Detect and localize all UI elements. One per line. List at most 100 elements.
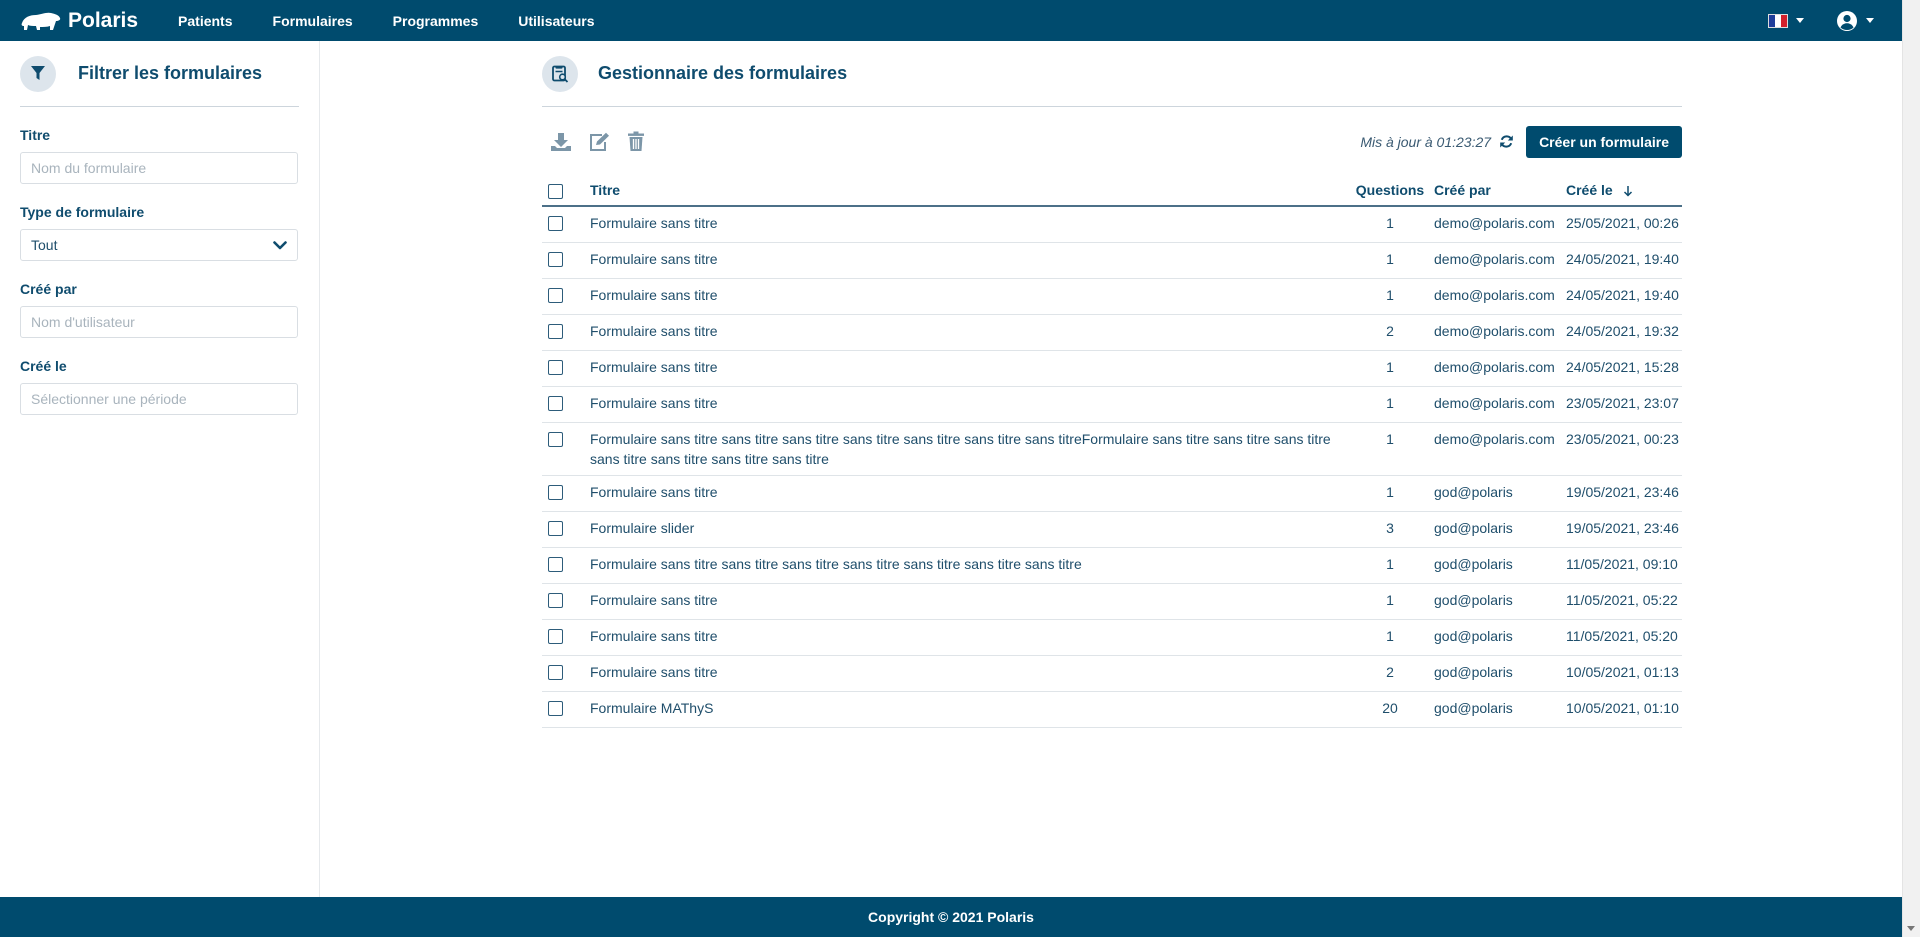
nav-programmes[interactable]: Programmes — [393, 13, 479, 29]
row-title: Formulaire sans titre — [590, 619, 1350, 656]
row-checkbox-cell — [542, 691, 590, 728]
row-checkbox-cell — [542, 206, 590, 243]
date-range-input[interactable] — [20, 383, 298, 415]
nav-patients[interactable]: Patients — [178, 13, 232, 29]
row-questions: 2 — [1350, 655, 1430, 692]
row-checkbox-cell — [542, 242, 590, 279]
row-created-on: 24/05/2021, 19:40 — [1562, 242, 1682, 279]
select-all-checkbox[interactable] — [548, 183, 563, 199]
table-row[interactable]: Formulaire sans titre 1 demo@polaris.com 24… — [542, 278, 1682, 315]
top-navbar: Polaris Patients Formulaires Programmes … — [0, 0, 1902, 41]
row-checkbox[interactable] — [548, 396, 563, 411]
row-created-on: 23/05/2021, 00:23 — [1562, 422, 1682, 476]
table-row[interactable]: Formulaire sans titre 2 demo@polaris.com 24… — [542, 314, 1682, 351]
toolbar-right: Mis à jour à 01:23:27 Créer un formulair… — [1360, 125, 1682, 158]
type-filter-value: Tout — [31, 237, 58, 253]
row-created-on: 24/05/2021, 15:28 — [1562, 350, 1682, 387]
table-row[interactable]: Formulaire sans titre 1 demo@polaris.com 23… — [542, 386, 1682, 423]
column-created-by[interactable]: Créé par — [1430, 174, 1562, 207]
refresh-icon[interactable] — [1499, 134, 1514, 149]
row-checkbox-cell — [542, 386, 590, 423]
row-questions: 1 — [1350, 278, 1430, 315]
row-checkbox[interactable] — [548, 432, 563, 447]
row-checkbox[interactable] — [548, 521, 563, 536]
page-title: Gestionnaire des formulaires — [598, 63, 848, 83]
table-row[interactable]: Formulaire sans titre sans titre sans ti… — [542, 422, 1682, 476]
row-checkbox[interactable] — [548, 701, 563, 716]
copyright-text: Copyright © 2021 Polaris — [868, 909, 1034, 925]
row-questions: 1 — [1350, 206, 1430, 243]
caret-down-icon — [1866, 18, 1874, 23]
title-filter-label: Titre — [20, 127, 51, 143]
row-title: Formulaire sans titre sans titre sans ti… — [590, 547, 1350, 584]
row-created-by: demo@polaris.com — [1430, 206, 1562, 243]
user-circle-icon — [1837, 10, 1857, 31]
user-menu-dropdown[interactable] — [1836, 10, 1874, 32]
row-created-by: god@polaris — [1430, 547, 1562, 584]
nav-formulaires[interactable]: Formulaires — [273, 13, 353, 29]
type-filter-select[interactable]: Tout — [20, 229, 298, 261]
create-form-button[interactable]: Créer un formulaire — [1526, 125, 1682, 158]
row-checkbox[interactable] — [548, 324, 563, 339]
row-created-by: god@polaris — [1430, 475, 1562, 512]
vertical-scrollbar[interactable] — [1902, 0, 1920, 937]
row-created-on: 24/05/2021, 19:40 — [1562, 278, 1682, 315]
title-filter-input[interactable] — [20, 152, 298, 184]
row-created-by: demo@polaris.com — [1430, 242, 1562, 279]
language-dropdown[interactable] — [1768, 13, 1804, 28]
footer: Copyright © 2021 Polaris — [0, 897, 1902, 937]
row-title: Formulaire slider — [590, 511, 1350, 548]
edit-icon[interactable] — [588, 132, 610, 152]
column-created-on[interactable]: Créé le — [1562, 174, 1682, 207]
table-row[interactable]: Formulaire sans titre 1 demo@polaris.com 24… — [542, 242, 1682, 279]
column-title[interactable]: Titre — [590, 174, 1350, 207]
row-created-on: 19/05/2021, 23:46 — [1562, 475, 1682, 512]
row-checkbox[interactable] — [548, 288, 563, 303]
row-checkbox-cell — [542, 583, 590, 620]
table-row[interactable]: Formulaire slider 3 god@polaris 19/05/2021,… — [542, 511, 1682, 548]
row-checkbox[interactable] — [548, 216, 563, 231]
row-questions: 1 — [1350, 350, 1430, 387]
row-checkbox[interactable] — [548, 593, 563, 608]
trash-icon[interactable] — [626, 131, 646, 152]
row-checkbox[interactable] — [548, 252, 563, 267]
row-checkbox[interactable] — [548, 665, 563, 680]
row-title: Formulaire sans titre — [590, 350, 1350, 387]
row-created-on: 25/05/2021, 00:26 — [1562, 206, 1682, 243]
table-header-row: Titre Questions Créé par Créé le — [542, 174, 1682, 207]
download-icon[interactable] — [550, 132, 572, 152]
chevron-down-icon — [273, 240, 287, 249]
row-created-by: god@polaris — [1430, 583, 1562, 620]
table-row[interactable]: Formulaire sans titre 1 god@polaris 19/05/2… — [542, 475, 1682, 512]
table-body: Formulaire sans titre 1 demo@polaris.com 25… — [542, 206, 1682, 728]
row-title: Formulaire sans titre — [590, 386, 1350, 423]
row-checkbox[interactable] — [548, 360, 563, 375]
table-row[interactable]: Formulaire sans titre 1 demo@polaris.com 24… — [542, 350, 1682, 387]
table-row[interactable]: Formulaire sans titre 2 god@polaris 10/05/2… — [542, 655, 1682, 692]
row-questions: 1 — [1350, 422, 1430, 476]
nav-utilisateurs[interactable]: Utilisateurs — [518, 13, 594, 29]
row-title: Formulaire sans titre — [590, 242, 1350, 279]
row-checkbox-cell — [542, 475, 590, 512]
row-checkbox[interactable] — [548, 629, 563, 644]
table-row[interactable]: Formulaire MAThyS 20 god@polaris 10/05/2021… — [542, 691, 1682, 728]
table-row[interactable]: Formulaire sans titre 1 god@polaris 11/05/2… — [542, 583, 1682, 620]
row-questions: 3 — [1350, 511, 1430, 548]
row-title: Formulaire sans titre — [590, 278, 1350, 315]
created-by-filter-input[interactable] — [20, 306, 298, 338]
row-questions: 2 — [1350, 314, 1430, 351]
caret-down-icon — [1796, 18, 1804, 23]
main-content: Gestionnaire des formulaires Mis à jour … — [542, 41, 1682, 728]
table-row[interactable]: Formulaire sans titre 1 god@polaris 11/05/2… — [542, 619, 1682, 656]
column-questions[interactable]: Questions — [1350, 174, 1430, 207]
row-questions: 1 — [1350, 242, 1430, 279]
type-filter-label: Type de formulaire — [20, 204, 145, 220]
row-checkbox[interactable] — [548, 485, 563, 500]
row-questions: 1 — [1350, 386, 1430, 423]
table-row[interactable]: Formulaire sans titre 1 demo@polaris.com 25… — [542, 206, 1682, 243]
row-checkbox[interactable] — [548, 557, 563, 572]
table-row[interactable]: Formulaire sans titre sans titre sans ti… — [542, 547, 1682, 584]
brand-logo[interactable]: Polaris — [20, 9, 138, 33]
scroll-down-arrow-icon[interactable] — [1907, 926, 1915, 931]
row-questions: 1 — [1350, 547, 1430, 584]
